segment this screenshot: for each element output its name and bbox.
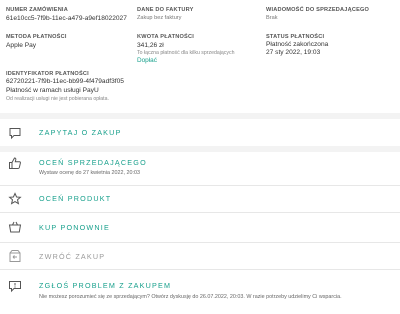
payment-id-label: IDENTYFIKATOR PŁATNOŚCI <box>6 71 89 77</box>
payment-amount-value: 341,26 zł <box>137 42 164 49</box>
star-icon <box>8 192 22 206</box>
rate-seller-row[interactable]: OCEŃ SPRZEDAJĄCEGO Wystaw ocenę do 27 kw… <box>0 152 400 185</box>
rate-seller-button[interactable]: OCEŃ SPRZEDAJĄCEGO <box>39 158 147 167</box>
return-purchase-button: ZWRÓĆ ZAKUP <box>39 252 106 261</box>
payment-method-label: METODA PŁATNOŚCI <box>6 34 67 40</box>
order-number-value: 61e10cc5-7f9b-11ec-a479-a9ef18022027 <box>6 15 127 22</box>
rate-product-row[interactable]: OCEŃ PRODUKT <box>0 186 400 212</box>
thumbs-up-icon <box>8 156 22 170</box>
report-problem-row[interactable]: ZGŁOŚ PROBLEM Z ZAKUPEM Nie możesz poroz… <box>0 270 400 314</box>
return-purchase-row: ZWRÓĆ ZAKUP <box>0 243 400 269</box>
order-number-label: NUMER ZAMÓWIENIA <box>6 7 68 13</box>
rate-product-button[interactable]: OCEŃ PRODUKT <box>39 194 111 203</box>
rate-seller-deadline: Wystaw ocenę do 27 kwietnia 2022, 20:03 <box>39 170 140 176</box>
payment-amount-label: KWOTA PŁATNOŚCI <box>137 34 194 40</box>
report-problem-info: Nie możesz porozumieć się ze sprzedający… <box>39 294 342 300</box>
invoice-value: Zakup bez faktury <box>137 15 182 21</box>
ask-about-purchase-button[interactable]: ZAPYTAJ O ZAKUP <box>39 128 122 137</box>
buy-again-button[interactable]: KUP PONOWNIE <box>39 223 110 232</box>
order-details-panel: NUMER ZAMÓWIENIA 61e10cc5-7f9b-11ec-a479… <box>0 0 400 114</box>
report-problem-button[interactable]: ZGŁOŚ PROBLEM Z ZAKUPEM <box>39 281 171 290</box>
warning-chat-icon <box>8 279 22 293</box>
payment-amount-note: To łączna płatność dla kilku sprzedający… <box>137 50 235 56</box>
payment-service-note: Od realizacji usługi nie jest pobierana … <box>6 96 109 102</box>
basket-icon <box>8 220 22 234</box>
return-box-icon <box>8 249 22 263</box>
payment-status-date: 27 sty 2022, 19:03 <box>266 49 321 56</box>
chat-bubble-icon <box>8 126 22 140</box>
payment-service-value: Płatność w ramach usługi PayU <box>6 87 99 94</box>
buy-again-row[interactable]: KUP PONOWNIE <box>0 213 400 242</box>
seller-message-value: Brak <box>266 15 278 21</box>
top-up-link[interactable]: Dopłać <box>137 57 157 64</box>
payment-id-value: 62720221-7f9b-11ec-bb99-4f479adf3f05 <box>6 78 124 85</box>
invoice-label: DANE DO FAKTURY <box>137 7 194 13</box>
payment-method-value: Apple Pay <box>6 42 37 49</box>
seller-message-label: WIADOMOŚĆ DO SPRZEDAJĄCEGO <box>266 7 370 13</box>
ask-about-purchase-row[interactable]: ZAPYTAJ O ZAKUP <box>0 119 400 146</box>
payment-status-label: STATUS PŁATNOŚCI <box>266 34 325 40</box>
payment-status-value: Płatność zakończona <box>266 41 329 48</box>
